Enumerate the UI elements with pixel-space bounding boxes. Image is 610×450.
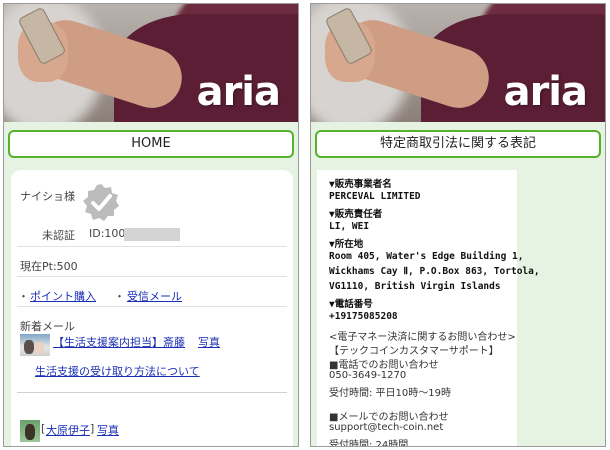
page-title-home[interactable]: HOME bbox=[8, 130, 294, 158]
contact-heading: <電子マネー決済に関するお問い合わせ> bbox=[329, 332, 516, 343]
bullet: ・ bbox=[114, 290, 125, 303]
current-points: 現在Pt:500 bbox=[20, 260, 78, 273]
brand-logo[interactable]: aria bbox=[504, 72, 588, 112]
email-hours: 受付時間: 24時間 bbox=[329, 440, 409, 447]
mail-subject-link[interactable]: 生活支援の受け取り方法について bbox=[35, 363, 200, 379]
hero-banner: aria bbox=[311, 4, 605, 122]
user-card: ナイショ様 未認証 ID:100 現在Pt:500 ・ ポイント購入 ・ 受信メ… bbox=[11, 170, 293, 446]
support-phone: 050-3649-1270 bbox=[329, 370, 407, 381]
phone-contact-heading: ■電話でのお問い合わせ bbox=[329, 360, 439, 371]
brand-logo[interactable]: aria bbox=[197, 72, 281, 112]
verified-check-icon bbox=[83, 184, 119, 221]
user-name: ナイショ様 bbox=[20, 190, 75, 203]
support-email: support@tech-coin.net bbox=[329, 422, 444, 433]
manager-heading: ▼販売責任者 bbox=[329, 209, 383, 220]
verification-status: 未認証 bbox=[42, 229, 75, 242]
seller-heading: ▼販売事業者名 bbox=[329, 179, 392, 190]
phone-hours: 受付時間: 平日10時～19時 bbox=[329, 388, 451, 399]
inbox-link[interactable]: 受信メール bbox=[127, 288, 182, 304]
address-heading: ▼所在地 bbox=[329, 239, 364, 250]
phone-number: +19175085208 bbox=[329, 311, 398, 322]
address-line-3: VG1110, British Virgin Islands bbox=[329, 281, 501, 292]
email-contact-heading: ■メールでのお問い合わせ bbox=[329, 412, 449, 423]
bracket: [ bbox=[41, 422, 46, 435]
phone-heading: ▼電話番号 bbox=[329, 299, 373, 310]
point-purchase-link[interactable]: ポイント購入 bbox=[30, 288, 96, 304]
home-screen: aria HOME ナイショ様 未認証 ID:100 現在Pt:500 ・ ポイ… bbox=[3, 3, 299, 447]
bracket: ] bbox=[90, 422, 95, 435]
legal-notice-screen: aria 特定商取引法に関する表記 ▼販売事業者名 PERCEVAL LIMIT… bbox=[310, 3, 606, 447]
mail-sender-link[interactable]: 大原伊子 bbox=[46, 422, 90, 438]
support-name: 【テックコインカスタマーサポート】 bbox=[329, 346, 499, 357]
legal-info-panel: ▼販売事業者名 PERCEVAL LIMITED ▼販売責任者 LI, WEI … bbox=[317, 170, 540, 447]
avatar[interactable] bbox=[20, 420, 40, 442]
new-mail-heading: 新着メール bbox=[20, 320, 75, 333]
user-id-label: ID:100 bbox=[89, 227, 126, 240]
user-id-redacted bbox=[124, 228, 180, 241]
manager-name: LI, WEI bbox=[329, 221, 370, 232]
address-line-1: Room 405, Water's Edge Building 1, bbox=[329, 251, 524, 262]
photo-link[interactable]: 写真 bbox=[97, 422, 119, 438]
mail-sender-link[interactable]: 【生活支援案内担当】斎藤 bbox=[53, 334, 185, 350]
seller-name: PERCEVAL LIMITED bbox=[329, 191, 421, 202]
page-title-legal[interactable]: 特定商取引法に関する表記 bbox=[315, 130, 601, 158]
bullet: ・ bbox=[18, 290, 29, 303]
avatar[interactable] bbox=[20, 334, 50, 356]
photo-link[interactable]: 写真 bbox=[198, 334, 220, 350]
address-line-2: Wickhams Cay Ⅱ, P.O.Box 863, Tortola, bbox=[329, 266, 540, 277]
hero-banner: aria bbox=[4, 4, 298, 122]
